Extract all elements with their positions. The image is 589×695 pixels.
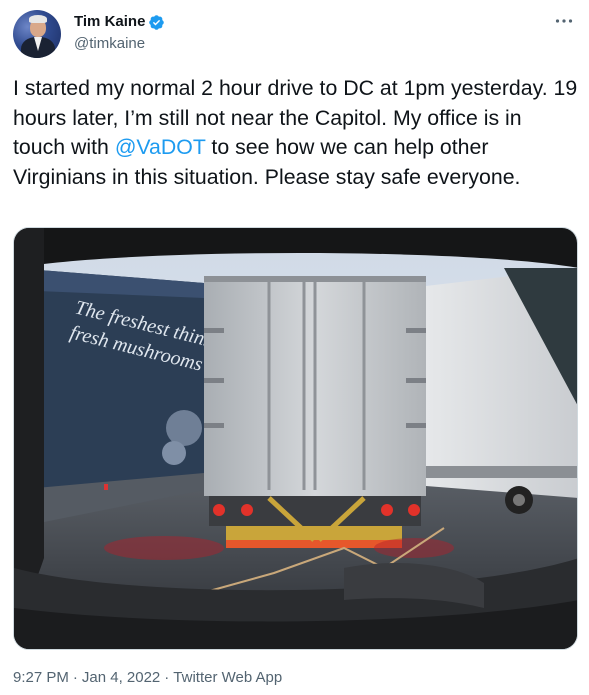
tweet-photo[interactable]: The freshest thinking in fresh mushrooms [13, 227, 578, 650]
meta-separator-1: · [72, 669, 78, 686]
tweet-date[interactable]: Jan 4, 2022 [82, 669, 160, 686]
more-dots-icon[interactable] [553, 10, 575, 32]
author-handle[interactable]: @timkaine [74, 34, 145, 54]
meta-separator-2: · [164, 669, 170, 686]
tweet-text: I started my normal 2 hour drive to DC a… [13, 74, 579, 192]
avatar[interactable] [13, 10, 61, 58]
tweet: Tim Kaine @timkaine I started my normal … [0, 0, 589, 695]
mention-link[interactable]: @VaDOT [115, 135, 206, 159]
author-name[interactable]: Tim Kaine [74, 12, 145, 32]
tweet-source[interactable]: Twitter Web App [173, 669, 282, 686]
tweet-meta: 9:27 PM · Jan 4, 2022 · Twitter Web App [13, 668, 282, 688]
tweet-time[interactable]: 9:27 PM [13, 669, 69, 686]
verified-badge-icon [149, 14, 165, 30]
author-name-row: Tim Kaine [74, 12, 165, 32]
